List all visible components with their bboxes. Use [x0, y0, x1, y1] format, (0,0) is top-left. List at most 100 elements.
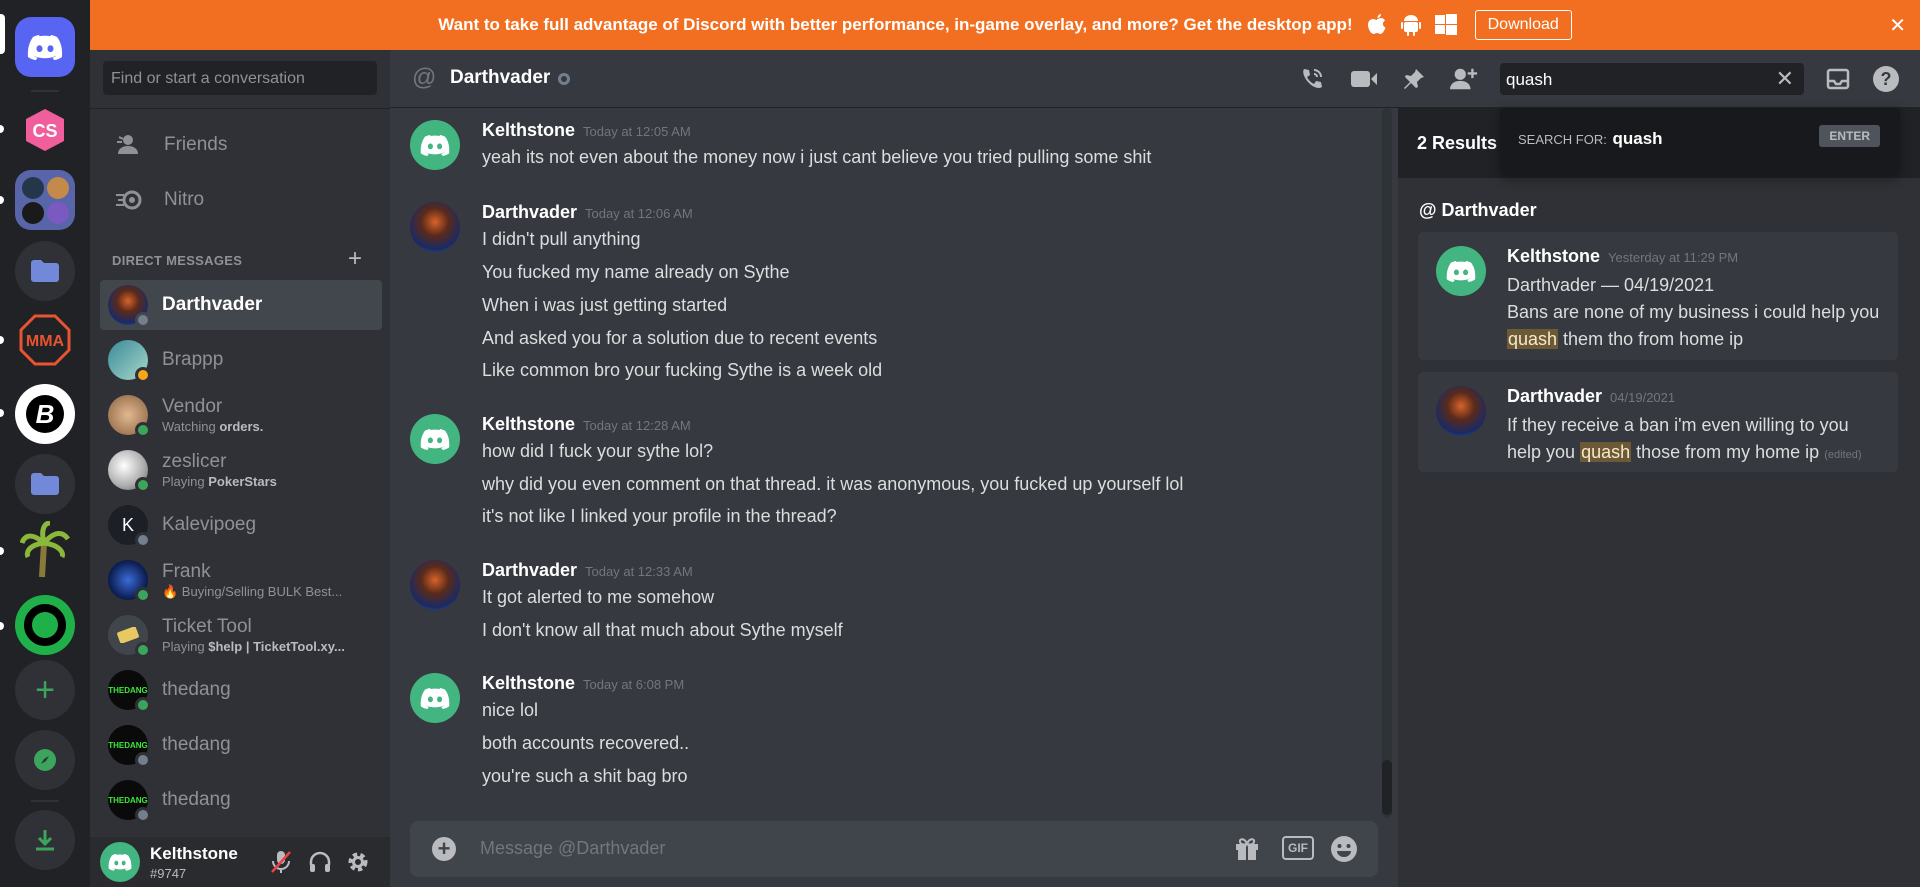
svg-text:B: B	[36, 399, 55, 429]
author-name[interactable]: Kelthstone	[482, 414, 575, 434]
server-cs[interactable]: CS	[15, 100, 75, 160]
status-idle-icon	[135, 367, 151, 383]
dm-item[interactable]: THEDANG thedang	[100, 665, 382, 715]
avatar[interactable]	[410, 120, 460, 170]
home-button[interactable]	[15, 17, 75, 77]
dm-name: Brappp	[162, 349, 224, 370]
server-folder[interactable]	[15, 241, 75, 301]
results-count: 2 Results	[1417, 133, 1498, 153]
search-result[interactable]: Darthvader 04/19/2021 If they receive a b…	[1418, 372, 1898, 472]
user-avatar[interactable]	[100, 842, 140, 882]
result-text: If they receive a ban i'm even willing t…	[1507, 415, 1862, 462]
dm-item[interactable]: K Kalevipoeg	[100, 500, 382, 550]
nav-friends[interactable]: Friends	[100, 120, 380, 170]
plus-icon: +	[35, 671, 55, 709]
apple-icon[interactable]	[1367, 14, 1387, 36]
nav-nitro[interactable]: Nitro	[100, 175, 380, 225]
server-mma[interactable]: MMA	[15, 310, 75, 370]
search-suggestion-dropdown[interactable]: SEARCH FOR: quash ENTER	[1500, 108, 1900, 174]
upload-plus-icon[interactable]: +	[432, 837, 456, 861]
dm-item[interactable]: THEDANG thedang	[100, 775, 382, 825]
result-reply-line: Darthvader — 04/19/2021	[1507, 275, 1715, 295]
server-circle[interactable]	[15, 595, 75, 655]
divider	[90, 108, 390, 109]
inbox-icon[interactable]	[1824, 65, 1852, 93]
status-online-icon	[135, 642, 151, 658]
android-icon[interactable]	[1400, 14, 1421, 36]
compass-icon	[34, 749, 56, 771]
avatar	[1436, 386, 1486, 436]
pinned-messages-icon[interactable]	[1400, 65, 1428, 93]
dm-item[interactable]: Vendor Watching orders.	[100, 390, 382, 440]
avatar[interactable]	[410, 414, 460, 464]
add-friends-to-dm-icon[interactable]	[1450, 65, 1478, 93]
server-palm[interactable]	[15, 520, 75, 580]
banner-close-icon[interactable]: ✕	[1889, 13, 1906, 38]
dm-name: thedang	[162, 734, 231, 755]
channel-title: Darthvader	[450, 67, 551, 88]
search-input[interactable]: quash ✕	[1500, 63, 1804, 95]
avatar[interactable]	[410, 202, 460, 252]
message-composer[interactable]: + Message @Darthvader GIF	[410, 821, 1378, 877]
message-list: Kelthstone Today at 12:05 AM yeah its not…	[390, 108, 1390, 818]
dm-item[interactable]: Brappp	[100, 335, 382, 385]
gif-picker-button[interactable]: GIF	[1282, 836, 1314, 860]
create-dm-button[interactable]: +	[348, 245, 362, 273]
avatar	[108, 560, 151, 603]
download-apps-button[interactable]	[15, 810, 75, 870]
author-name[interactable]: Darthvader	[482, 560, 577, 580]
start-video-call-icon[interactable]	[1350, 65, 1378, 93]
author-name: Darthvader	[1507, 386, 1603, 406]
avatar[interactable]	[410, 560, 460, 610]
nav-label: Nitro	[164, 189, 205, 210]
status-online-icon	[135, 697, 151, 713]
help-icon[interactable]: ?	[1872, 65, 1900, 93]
message-input[interactable]: Message @Darthvader	[480, 838, 665, 859]
server-folder-group[interactable]	[15, 170, 75, 230]
author-name[interactable]: Darthvader	[482, 202, 577, 222]
avatar	[108, 615, 151, 658]
settings-gear-icon[interactable]	[346, 850, 370, 874]
server-b[interactable]: B	[15, 384, 75, 444]
result-header: Kelthstone Yesterday at 11:29 PM	[1507, 246, 1738, 267]
active-server-pill	[0, 14, 5, 54]
explore-servers-button[interactable]	[15, 730, 75, 790]
discord-logo-icon	[420, 688, 450, 709]
message-text: I don't know all that much about Sythe m…	[482, 620, 843, 640]
unread-dot	[0, 622, 4, 630]
author-name[interactable]: Kelthstone	[482, 120, 575, 140]
ticket-icon	[117, 627, 139, 643]
status-offline-icon	[135, 752, 151, 768]
search-result[interactable]: Kelthstone Yesterday at 11:29 PM Darthvad…	[1418, 232, 1898, 360]
add-server-button[interactable]: +	[15, 660, 75, 720]
chat-header: @ Darthvader quash ✕ ?	[390, 50, 1920, 108]
gift-icon[interactable]	[1234, 835, 1260, 866]
avatar[interactable]	[410, 673, 460, 723]
message-scrollbar[interactable]	[1382, 108, 1392, 818]
author-name[interactable]: Kelthstone	[482, 673, 575, 693]
dm-item[interactable]: Ticket Tool Playing $help | TicketTool.xy…	[100, 610, 382, 660]
nitro-icon	[104, 189, 156, 211]
server-folder-2[interactable]	[15, 454, 75, 514]
clear-search-icon[interactable]: ✕	[1776, 66, 1794, 92]
find-conversation-input[interactable]: Find or start a conversation	[103, 61, 377, 95]
dm-item[interactable]: Frank 🔥 Buying/Selling BULK Best...	[100, 555, 382, 605]
emoji-icon[interactable]	[1330, 835, 1358, 868]
windows-icon[interactable]	[1434, 14, 1457, 36]
unread-dot	[0, 125, 4, 133]
headphones-icon[interactable]	[308, 850, 332, 874]
mute-mic-icon[interactable]	[270, 850, 292, 874]
dm-item[interactable]: THEDANG thedang	[100, 720, 382, 770]
dm-item[interactable]: Darthvader	[100, 280, 382, 330]
scrollbar-thumb[interactable]	[1382, 760, 1392, 815]
user-tag: #9747	[150, 866, 187, 881]
dm-item[interactable]: zeslicer Playing PokerStars	[100, 445, 382, 495]
start-voice-call-icon[interactable]	[1298, 65, 1326, 93]
rail-separator	[31, 90, 59, 92]
ring-server-icon	[24, 604, 66, 646]
folder-preview-icon	[21, 176, 69, 224]
download-icon	[36, 830, 54, 851]
search-for-query: quash	[1612, 129, 1663, 148]
download-button[interactable]: Download	[1474, 10, 1572, 40]
timestamp: 04/19/2021	[1610, 390, 1676, 405]
